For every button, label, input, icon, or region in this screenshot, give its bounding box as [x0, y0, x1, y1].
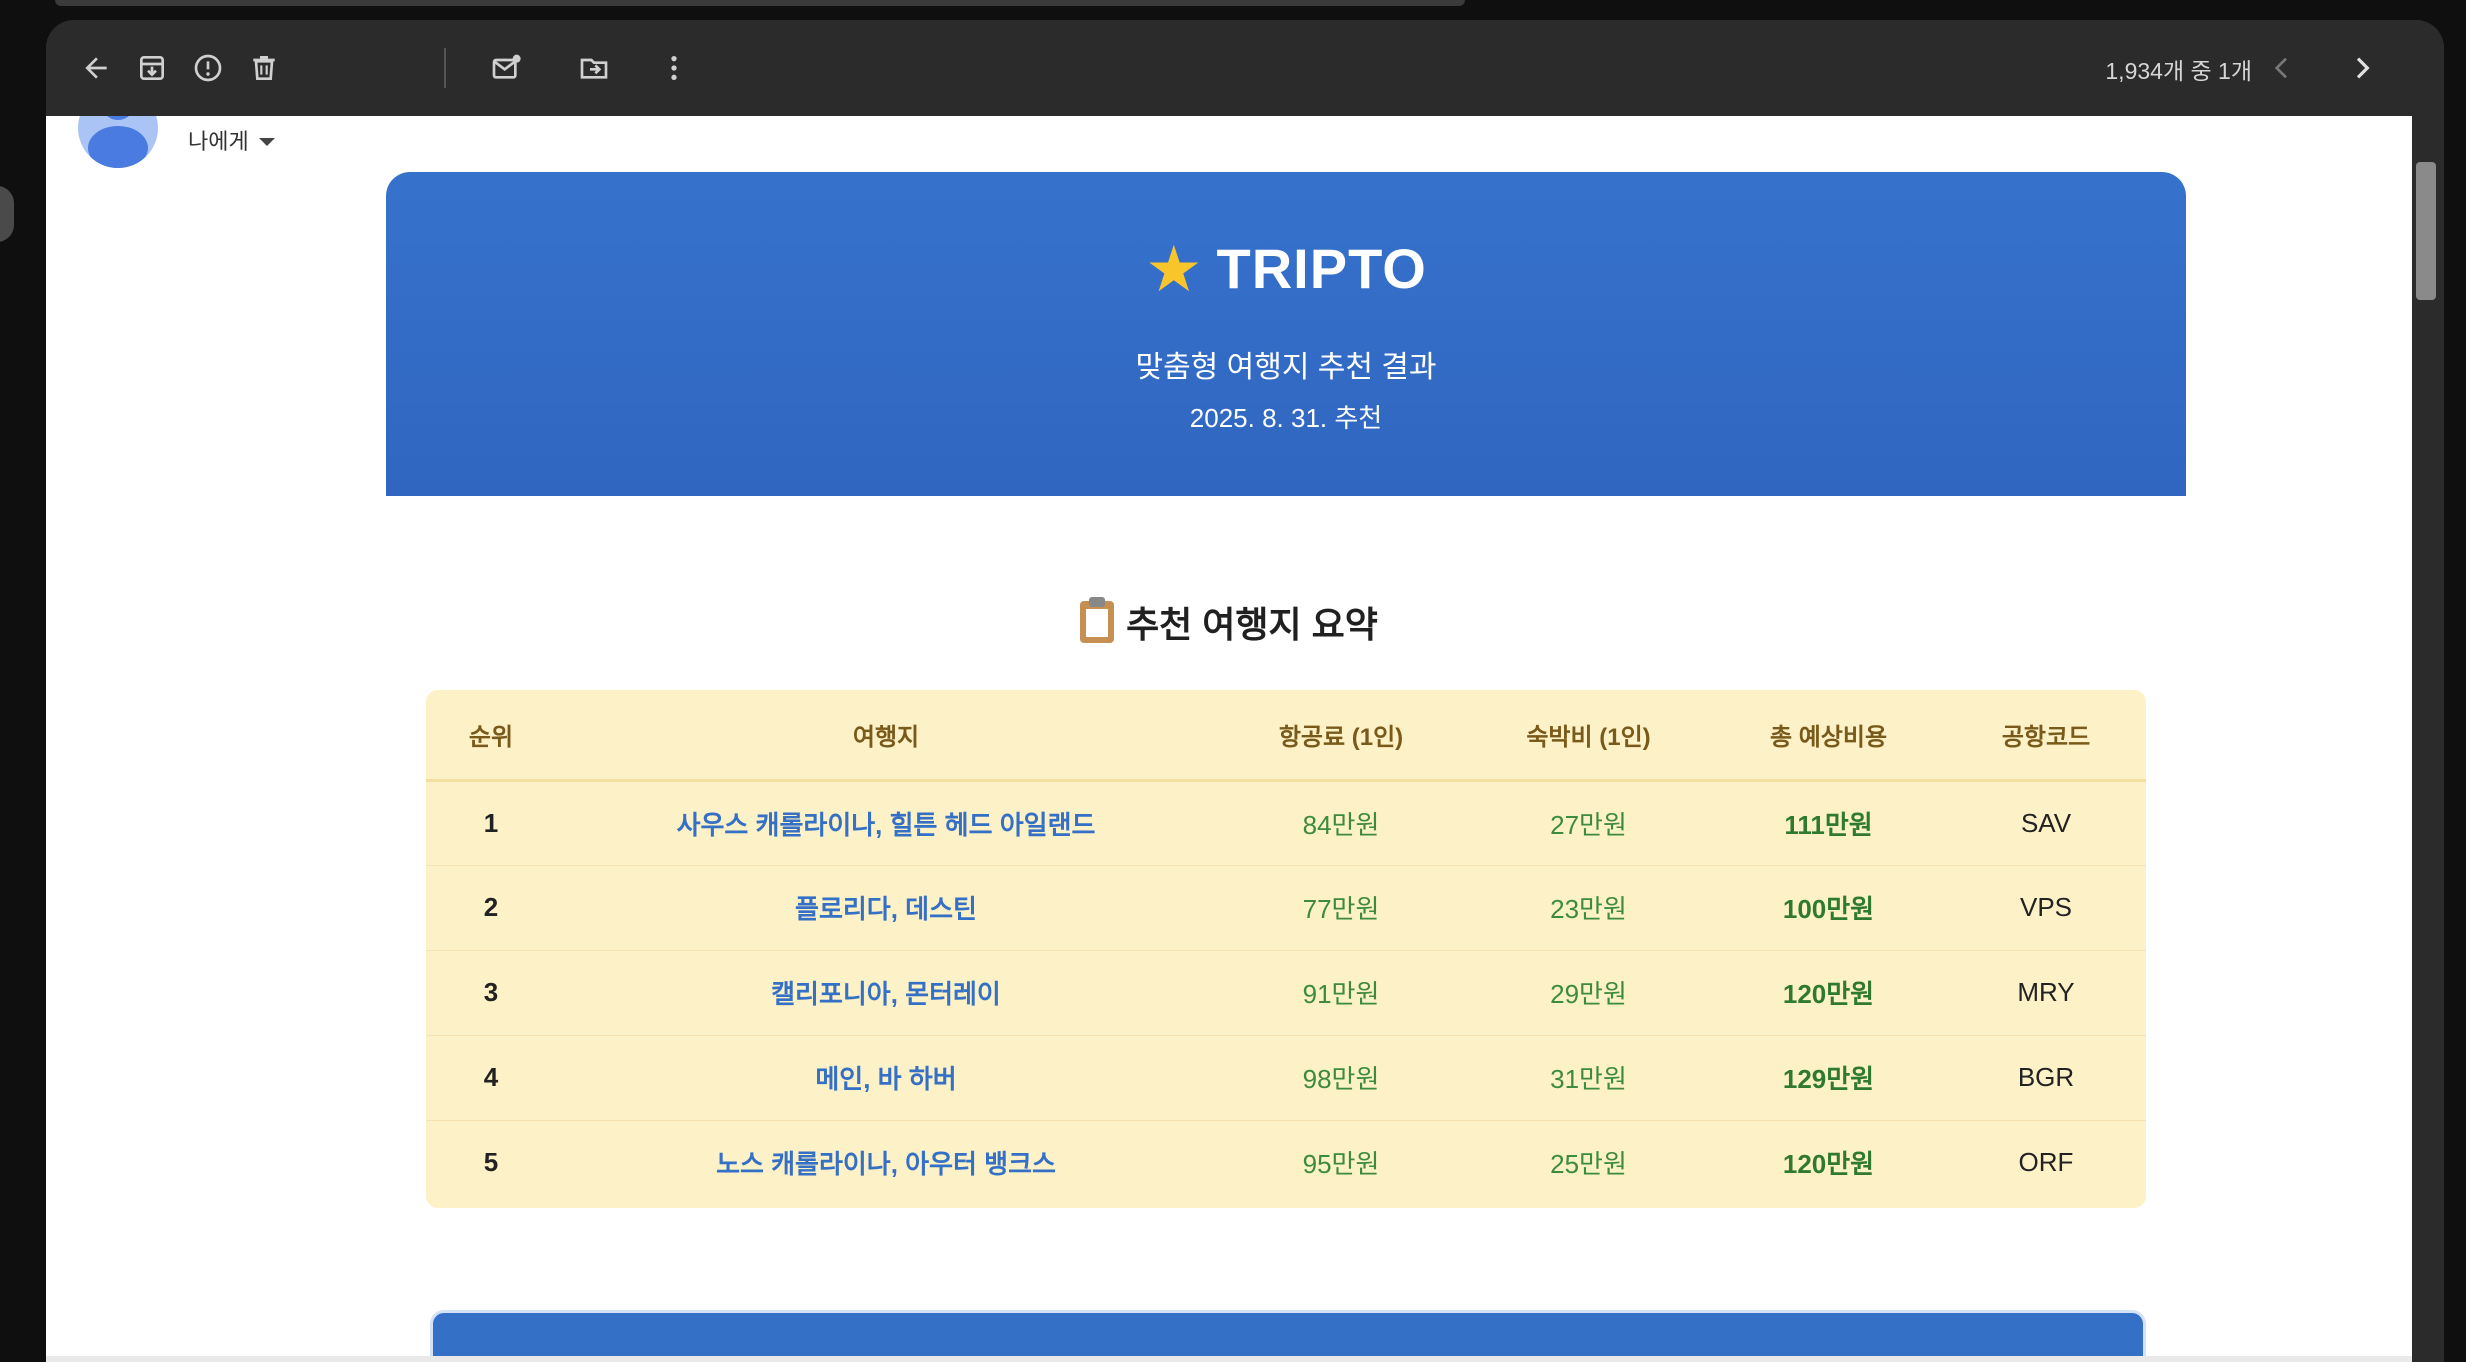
destination-link[interactable]: 캘리포니아, 몬터레이: [556, 950, 1216, 1036]
tripto-header: ★ TRIPTO 맞춤형 여행지 추천 결과 2025. 8. 31. 추천: [386, 172, 2186, 496]
airfare-cell: 91만원: [1216, 950, 1466, 1036]
total-cell: 129만원: [1711, 1035, 1946, 1121]
airport-code-cell: BGR: [1946, 1035, 2146, 1121]
table-row: 1 사우스 캐롤라이나, 힐튼 헤드 아일랜드 84만원 27만원 111만원 …: [426, 780, 2146, 866]
airfare-cell: 95만원: [1302, 1149, 1380, 1180]
airport-code-cell: SAV: [1946, 780, 2146, 866]
archive-icon[interactable]: [132, 48, 172, 88]
lodging-cell: 27만원: [1466, 780, 1711, 866]
mail-toolbar: 1,934개 중 1개: [46, 20, 2444, 116]
mail-window: 1,934개 중 1개 나에게 ★ TRIPTO 맞춤형 여행지 추천 결과 2…: [46, 20, 2444, 1362]
table-row: 3 캘리포니아, 몬터레이 91만원 29만원 120만원 MRY: [426, 950, 2146, 1036]
airfare-cell: 84만원: [1216, 780, 1466, 866]
rank-cell: 2: [426, 865, 556, 951]
destination-link[interactable]: 사우스 캐롤라이나, 힐튼 헤드 아일랜드: [556, 780, 1216, 866]
col-rank: 순위: [426, 690, 556, 782]
chevron-down-icon: [258, 138, 275, 146]
message-body: 나에게 ★ TRIPTO 맞춤형 여행지 추천 결과 2025. 8. 31. …: [46, 116, 2412, 1362]
rank-cell: 1: [426, 780, 556, 866]
rank-cell: 4: [426, 1035, 556, 1121]
avatar[interactable]: [78, 116, 158, 168]
avatar-body: [88, 126, 148, 168]
prev-icon[interactable]: [2262, 48, 2302, 88]
airfare-cell: 77만원: [1216, 865, 1466, 951]
lodging-cell: 23만원: [1466, 865, 1711, 951]
scrollbar-thumb[interactable]: [2416, 162, 2436, 300]
total-cell: 120만원: [1711, 950, 1946, 1036]
airport-code-cell: MRY: [1946, 950, 2146, 1036]
next-icon[interactable]: [2342, 48, 2382, 88]
col-lodging: 숙박비 (1인): [1466, 690, 1711, 782]
delete-icon[interactable]: [244, 48, 284, 88]
message-counter: 1,934개 중 1개: [2105, 58, 2252, 84]
browser-top-bar: [55, 0, 1465, 6]
col-airport-code: 공항코드: [1946, 690, 2146, 782]
mark-unread-icon[interactable]: [486, 48, 526, 88]
rank-cell: 5: [483, 1147, 499, 1178]
side-panel-handle[interactable]: [0, 186, 14, 242]
more-vert-icon[interactable]: [654, 48, 694, 88]
summary-table: 순위 여행지 항공료 (1인) 숙박비 (1인) 총 예상비용 공항코드 1 사…: [426, 690, 2146, 1208]
back-arrow-icon[interactable]: [76, 48, 116, 88]
table-row: 5 노스 캐롤라이나, 아우터 뱅크스 95만원 25만원 120만원 ORF: [426, 1120, 2146, 1205]
lodging-cell: 29만원: [1466, 950, 1711, 1036]
clipboard-icon: [1080, 597, 1115, 643]
lodging-cell: 25만원: [1550, 1149, 1627, 1180]
star-icon: ★: [1145, 232, 1203, 305]
destination-detail-card: [430, 1310, 2146, 1362]
avatar-head: [102, 116, 134, 120]
hero-date: 2025. 8. 31. 추천: [1189, 403, 1383, 433]
table-row: 2 플로리다, 데스틴 77만원 23만원 100만원 VPS: [426, 865, 2146, 951]
summary-title-text: 추천 여행지 요약: [1126, 604, 1378, 645]
table-row: 4 메인, 바 하버 98만원 31만원 129만원 BGR: [426, 1035, 2146, 1121]
destination-link[interactable]: 플로리다, 데스틴: [556, 865, 1216, 951]
table-header-row: 순위 여행지 항공료 (1인) 숙박비 (1인) 총 예상비용 공항코드: [426, 690, 2146, 782]
report-spam-icon[interactable]: [188, 48, 228, 88]
recipient-toggle[interactable]: 나에게: [188, 124, 275, 156]
total-cell: 100만원: [1711, 865, 1946, 951]
move-to-icon[interactable]: [574, 48, 614, 88]
summary-heading: 추천 여행지 요약: [46, 596, 2412, 648]
total-cell: 120만원: [1782, 1149, 1875, 1180]
destination-link[interactable]: 노스 캐롤라이나, 아우터 뱅크스: [556, 1120, 1216, 1205]
toolbar-divider: [444, 48, 446, 88]
total-cell: 111만원: [1711, 780, 1946, 866]
rank-cell: 3: [426, 950, 556, 1036]
col-airfare: 항공료 (1인): [1216, 690, 1466, 782]
hero-subtitle: 맞춤형 여행지 추천 결과: [1135, 351, 1437, 384]
col-destination: 여행지: [556, 690, 1216, 782]
scrollbar[interactable]: [2412, 116, 2444, 1362]
col-total: 총 예상비용: [1711, 690, 1946, 782]
brand-name: TRIPTO: [1216, 237, 1427, 300]
brand-title: ★ TRIPTO: [386, 236, 2186, 301]
airfare-cell: 98만원: [1216, 1035, 1466, 1121]
airport-code-cell: VPS: [1946, 865, 2146, 951]
airport-code-cell: ORF: [2018, 1147, 2074, 1178]
lodging-cell: 31만원: [1466, 1035, 1711, 1121]
content-bottom-edge: [46, 1356, 2412, 1362]
recipient-label: 나에게: [188, 129, 249, 154]
destination-link[interactable]: 메인, 바 하버: [556, 1035, 1216, 1121]
